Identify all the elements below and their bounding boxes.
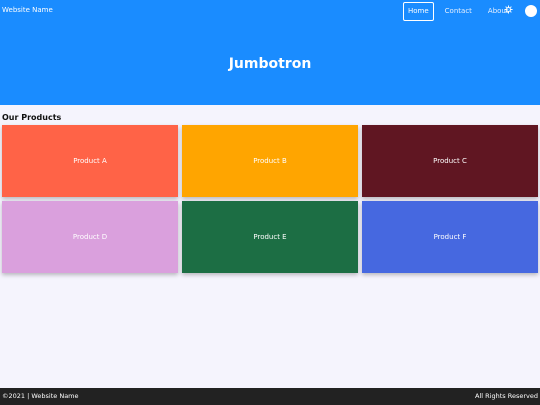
nav-link-home[interactable]: Home	[403, 1, 434, 21]
product-label: Product C	[433, 157, 467, 165]
product-card-f[interactable]: Product F	[362, 201, 538, 273]
product-card-b[interactable]: Product B	[182, 125, 358, 197]
jumbotron: Jumbotron	[0, 22, 540, 105]
nav-links: Home Contact About	[403, 1, 520, 21]
product-card-d[interactable]: Product D	[2, 201, 178, 273]
nav-link-contact[interactable]: Contact	[440, 2, 477, 21]
jumbotron-title: Jumbotron	[228, 55, 312, 72]
product-label: Product D	[72, 233, 108, 241]
product-card-c[interactable]: Product C	[362, 125, 538, 197]
product-card-e[interactable]: Product E	[182, 201, 358, 273]
product-label: Product A	[73, 157, 107, 165]
page: Website Name Home Contact About Jumbotro…	[0, 0, 540, 405]
product-label: Product F	[433, 233, 467, 241]
navbar: Website Name Home Contact About	[0, 0, 540, 22]
product-card-a[interactable]: Product A	[2, 125, 178, 197]
footer: ©2021 | Website Name All Rights Reserved	[0, 388, 540, 405]
product-label: Product E	[253, 233, 287, 241]
footer-copyright: ©2021 | Website Name	[2, 392, 79, 400]
brand-link[interactable]: Website Name	[2, 5, 53, 16]
product-label: Product B	[253, 157, 287, 165]
footer-rights: All Rights Reserved	[475, 392, 538, 400]
gear-icon[interactable]	[504, 5, 513, 14]
avatar[interactable]	[525, 5, 537, 17]
products-heading: Our Products	[2, 113, 62, 122]
